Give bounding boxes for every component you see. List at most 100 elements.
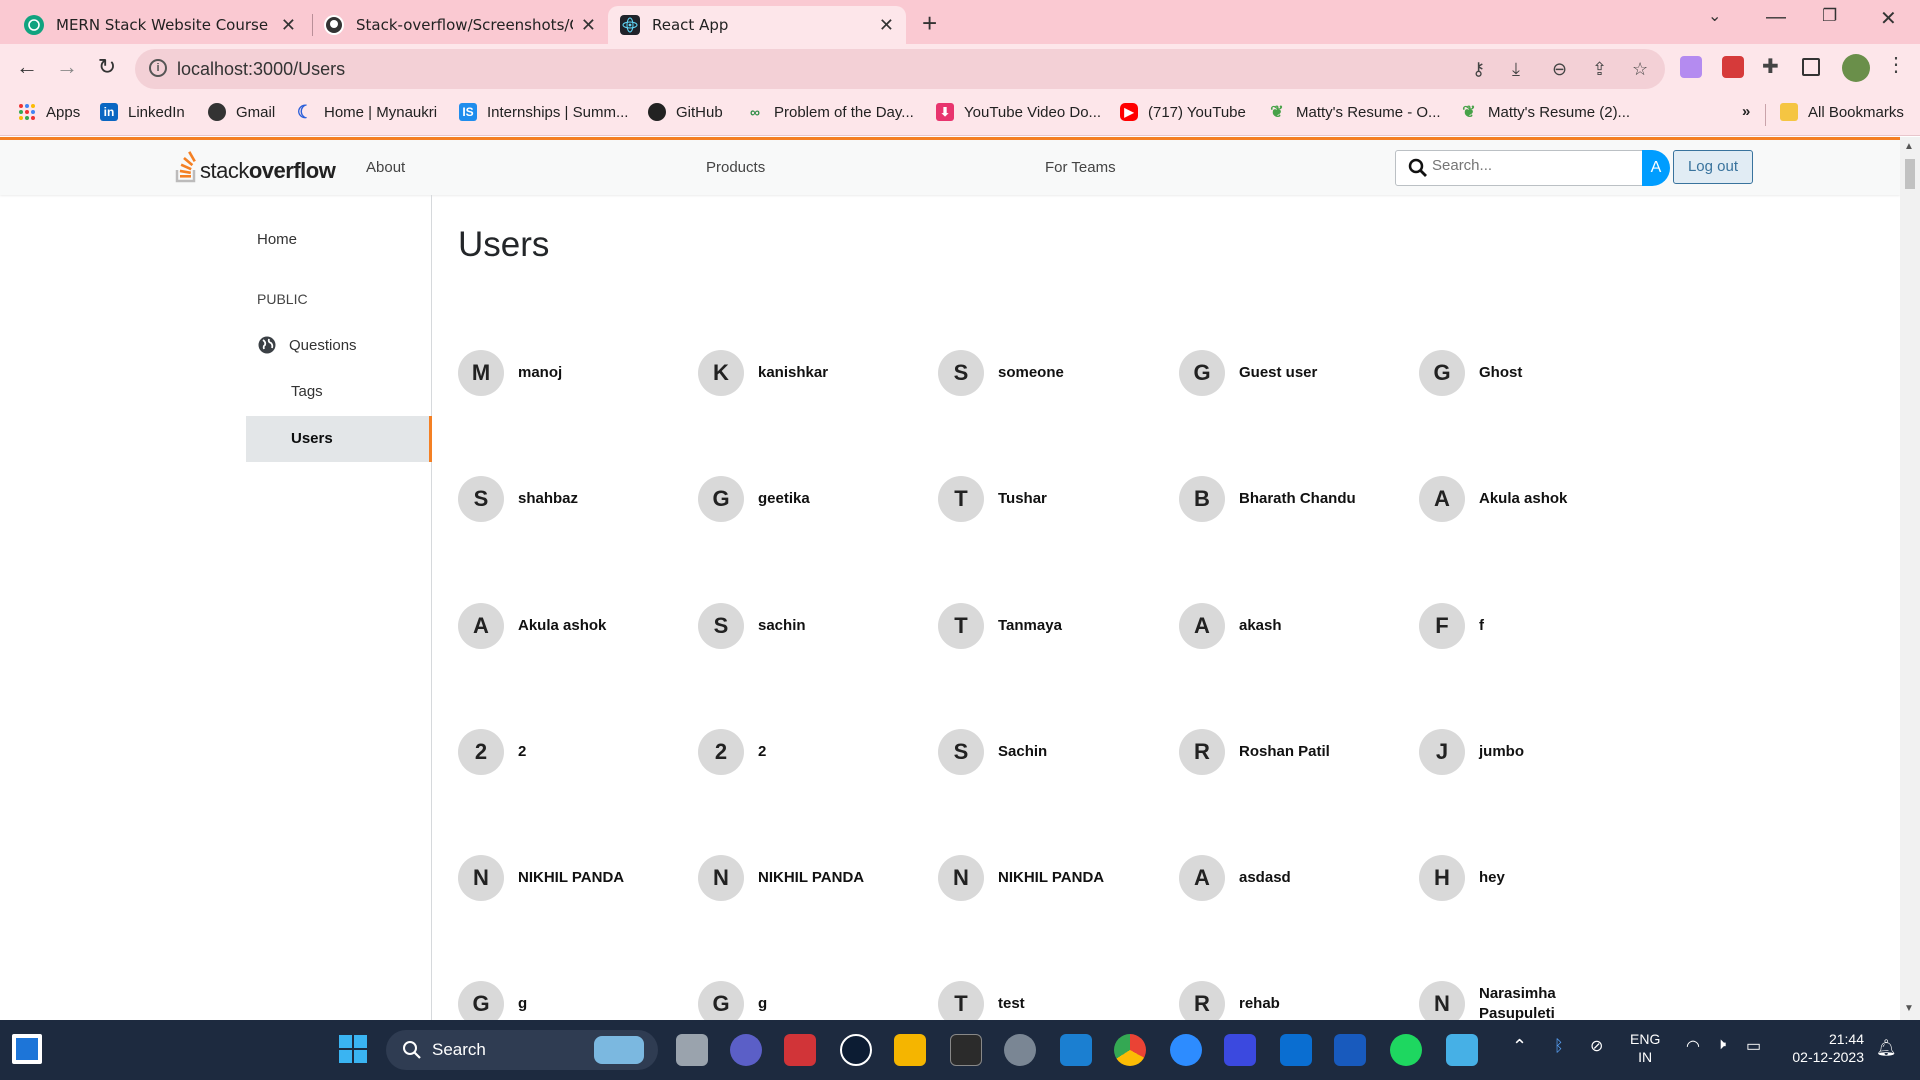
- clock[interactable]: 21:44 02-12-2023: [1784, 1030, 1864, 1066]
- user-name[interactable]: 2: [518, 742, 526, 762]
- user-card[interactable]: T Tanmaya: [938, 603, 1062, 649]
- user-name[interactable]: g: [518, 994, 527, 1014]
- file-explorer-icon[interactable]: [894, 1034, 926, 1066]
- user-name[interactable]: Akula ashok: [1479, 489, 1567, 509]
- user-card[interactable]: Mmanoj: [458, 350, 562, 396]
- user-name[interactable]: Tushar: [998, 489, 1047, 509]
- scroll-up-arrow-icon[interactable]: ▲: [1904, 141, 1914, 152]
- user-card[interactable]: Ttest: [938, 981, 1025, 1020]
- user-card[interactable]: S Sachin: [938, 729, 1047, 775]
- user-card[interactable]: Hhey: [1419, 855, 1505, 901]
- settings-gear-icon[interactable]: [1004, 1034, 1036, 1066]
- user-name[interactable]: someone: [998, 363, 1064, 383]
- taskbar-search-label: Search: [432, 1040, 486, 1059]
- language-indicator[interactable]: ENG IN: [1630, 1030, 1660, 1066]
- user-name[interactable]: Akula ashok: [518, 616, 606, 636]
- teams-chat-icon[interactable]: [730, 1034, 762, 1066]
- battery-icon[interactable]: ▭: [1746, 1036, 1761, 1056]
- page-scrollbar[interactable]: ▲ ▼: [1900, 137, 1920, 1020]
- user-name[interactable]: f: [1479, 616, 1484, 636]
- user-name[interactable]: Narasimha Pasupuleti: [1479, 984, 1575, 1020]
- notepad-icon[interactable]: [1446, 1034, 1478, 1066]
- user-card[interactable]: N NIKHIL PANDA: [698, 855, 864, 901]
- user-initial-avatar: A: [458, 603, 504, 649]
- volume-mute-icon[interactable]: 🕨: [1716, 1036, 1726, 1054]
- chrome-icon[interactable]: [1114, 1034, 1146, 1066]
- user-card[interactable]: B Bharath Chandu: [1179, 476, 1356, 522]
- user-name[interactable]: Bharath Chandu: [1239, 489, 1356, 509]
- user-name[interactable]: NIKHIL PANDA: [518, 868, 624, 888]
- mcafee-icon[interactable]: [784, 1034, 816, 1066]
- user-card[interactable]: Gg: [698, 981, 767, 1020]
- user-name[interactable]: kanishkar: [758, 363, 828, 383]
- tray-chevron-up-icon[interactable]: ⌃: [1512, 1036, 1527, 1057]
- user-card[interactable]: Ssomeone: [938, 350, 1064, 396]
- user-card[interactable]: G Ghost: [1419, 350, 1522, 396]
- taskbar-search[interactable]: Search: [386, 1030, 658, 1070]
- dev-icon[interactable]: [1224, 1034, 1256, 1066]
- user-name[interactable]: Ghost: [1479, 363, 1522, 383]
- user-card[interactable]: N NIKHIL PANDA: [938, 855, 1104, 901]
- user-card[interactable]: Ssachin: [698, 603, 806, 649]
- user-name[interactable]: Sachin: [998, 742, 1047, 762]
- user-name[interactable]: Guest user: [1239, 363, 1317, 383]
- user-card[interactable]: A Akula ashok: [1419, 476, 1567, 522]
- user-name[interactable]: Roshan Patil: [1239, 742, 1330, 762]
- user-card[interactable]: A Akula ashok: [458, 603, 606, 649]
- store-icon[interactable]: [1280, 1034, 1312, 1066]
- user-card[interactable]: R Roshan Patil: [1179, 729, 1330, 775]
- user-name[interactable]: jumbo: [1479, 742, 1524, 762]
- user-card[interactable]: N NIKHIL PANDA: [458, 855, 624, 901]
- user-card[interactable]: Ff: [1419, 603, 1484, 649]
- user-initial-avatar: H: [1419, 855, 1465, 901]
- user-card[interactable]: G Guest user: [1179, 350, 1317, 396]
- user-name[interactable]: rehab: [1239, 994, 1280, 1014]
- user-name[interactable]: 2: [758, 742, 766, 762]
- user-initial-avatar: G: [698, 981, 744, 1020]
- user-name[interactable]: NIKHIL PANDA: [758, 868, 864, 888]
- search-highlight-icon: [594, 1036, 644, 1064]
- user-card[interactable]: Rrehab: [1179, 981, 1280, 1020]
- user-name[interactable]: sachin: [758, 616, 806, 636]
- network-off-icon[interactable]: ⊘: [1590, 1036, 1603, 1056]
- windows-start-icon[interactable]: [338, 1034, 368, 1064]
- user-card[interactable]: Ggeetika: [698, 476, 810, 522]
- user-card[interactable]: Sshahbaz: [458, 476, 578, 522]
- user-card[interactable]: Gg: [458, 981, 527, 1020]
- scroll-down-arrow-icon[interactable]: ▼: [1904, 1003, 1914, 1014]
- bluetooth-icon[interactable]: ᛒ: [1554, 1038, 1564, 1056]
- user-card[interactable]: Aasdasd: [1179, 855, 1291, 901]
- user-card[interactable]: 22: [458, 729, 526, 775]
- user-card[interactable]: N Narasimha Pasupuleti: [1419, 981, 1575, 1020]
- user-name[interactable]: g: [758, 994, 767, 1014]
- user-initial-avatar: T: [938, 603, 984, 649]
- zoom-icon[interactable]: [1170, 1034, 1202, 1066]
- task-view-icon[interactable]: [676, 1034, 708, 1066]
- user-name[interactable]: geetika: [758, 489, 810, 509]
- user-name[interactable]: Tanmaya: [998, 616, 1062, 636]
- scrollbar-thumb[interactable]: [1905, 159, 1915, 189]
- user-initial-avatar: B: [1179, 476, 1225, 522]
- user-name[interactable]: NIKHIL PANDA: [998, 868, 1104, 888]
- user-card[interactable]: T Tushar: [938, 476, 1047, 522]
- notification-bell-icon[interactable]: 🔔︎: [1876, 1038, 1896, 1058]
- user-name[interactable]: hey: [1479, 868, 1505, 888]
- user-card[interactable]: 22: [698, 729, 766, 775]
- terminal-icon[interactable]: [950, 1034, 982, 1066]
- user-card[interactable]: Aakash: [1179, 603, 1282, 649]
- user-name[interactable]: shahbaz: [518, 489, 578, 509]
- user-card[interactable]: Jjumbo: [1419, 729, 1524, 775]
- dell-icon[interactable]: [840, 1034, 872, 1066]
- user-initial-avatar: N: [938, 855, 984, 901]
- vscode-icon[interactable]: [1060, 1034, 1092, 1066]
- user-name[interactable]: manoj: [518, 363, 562, 383]
- user-name[interactable]: akash: [1239, 616, 1282, 636]
- spotify-icon[interactable]: [1390, 1034, 1422, 1066]
- user-initial-avatar: 2: [698, 729, 744, 775]
- user-name[interactable]: asdasd: [1239, 868, 1291, 888]
- user-card[interactable]: Kkanishkar: [698, 350, 828, 396]
- show-desktop-widget-icon[interactable]: [12, 1034, 42, 1064]
- word-icon[interactable]: [1334, 1034, 1366, 1066]
- user-name[interactable]: test: [998, 994, 1025, 1014]
- wifi-icon[interactable]: ◠: [1686, 1036, 1700, 1056]
